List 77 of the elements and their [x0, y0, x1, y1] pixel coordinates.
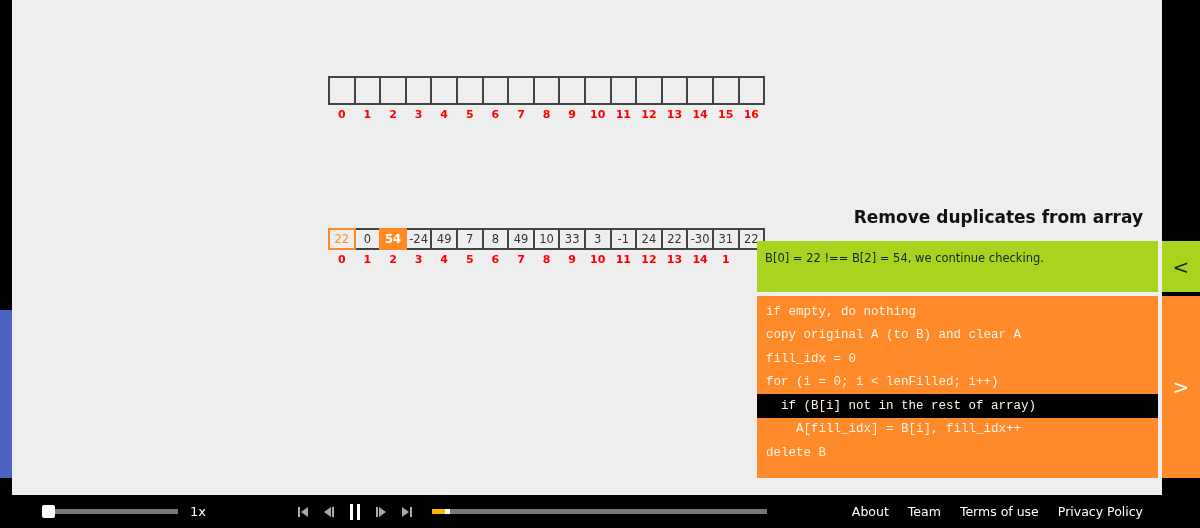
- array-cell: [635, 76, 663, 105]
- array-cell: [686, 76, 714, 105]
- index-label: 2: [388, 253, 398, 266]
- array-cell: 3: [583, 228, 612, 250]
- array-cell: 54: [379, 228, 407, 250]
- array-cell: [430, 76, 458, 105]
- index-label: 0: [336, 253, 347, 266]
- code-line: A[fill_idx] = B[i], fill_idx++: [795, 421, 1023, 439]
- index-label: 11: [614, 108, 632, 121]
- index-label: 0: [336, 108, 347, 121]
- index-label: 3: [413, 108, 424, 121]
- index-label: 10: [589, 108, 607, 121]
- array-cell: [558, 76, 586, 105]
- code-line: delete B: [765, 444, 827, 462]
- index-label: 9: [567, 108, 577, 121]
- index-label: 1: [362, 108, 373, 121]
- footer-link[interactable]: Privacy Policy: [1057, 504, 1143, 519]
- index-label: 12: [640, 108, 658, 121]
- footer-link[interactable]: Terms of use: [959, 504, 1039, 519]
- array-cell: 22: [328, 228, 356, 250]
- array-cell: [328, 76, 356, 105]
- side-panel-handle[interactable]: [0, 310, 12, 478]
- code-line: fill_idx = 0: [765, 350, 857, 368]
- index-label: 5: [464, 108, 475, 121]
- array-cell: [583, 76, 612, 105]
- array-cell: 31: [711, 228, 740, 250]
- step-back-icon: [323, 504, 335, 519]
- array-cell: [737, 76, 766, 105]
- array-cell: [711, 76, 740, 105]
- index-label: 2: [388, 108, 398, 121]
- progress-handle[interactable]: [445, 509, 451, 514]
- status-message: B[0] = 22 !== B[2] = 54, we continue checking.: [757, 241, 1158, 292]
- index-label: 4: [439, 253, 449, 266]
- page-title: Remove duplicates from array: [853, 207, 1143, 227]
- index-label: 1: [720, 253, 731, 266]
- index-label: 16: [742, 108, 760, 121]
- array-cell: [507, 76, 535, 105]
- index-label: 13: [665, 108, 684, 121]
- footer-link[interactable]: About: [851, 504, 889, 519]
- array-cell: [379, 76, 407, 105]
- progress-bar[interactable]: [432, 509, 767, 514]
- index-label: 5: [464, 253, 475, 266]
- step-forward-icon: [375, 504, 387, 519]
- previous-button[interactable]: <: [1162, 241, 1200, 292]
- footer-link[interactable]: Team: [907, 504, 941, 519]
- array-cell: 7: [455, 228, 484, 250]
- pause-icon: [349, 503, 361, 520]
- index-label: 12: [640, 253, 658, 266]
- index-label: 15: [717, 108, 735, 121]
- skip-forward-icon: [401, 504, 413, 519]
- array-cell: 24: [635, 228, 663, 250]
- array-cell: [455, 76, 484, 105]
- index-label: 6: [490, 253, 501, 266]
- index-label: 3: [413, 253, 424, 266]
- array-cell: 33: [558, 228, 586, 250]
- index-label: 4: [439, 108, 449, 121]
- index-label: 8: [541, 253, 552, 266]
- index-label: 14: [691, 108, 709, 121]
- index-label: 11: [614, 253, 632, 266]
- index-label: 7: [516, 253, 526, 266]
- array-cell: 49: [507, 228, 535, 250]
- index-label: 7: [516, 108, 526, 121]
- index-label: 14: [691, 253, 709, 266]
- speed-label: 1x: [190, 504, 207, 519]
- index-label: 10: [589, 253, 607, 266]
- code-line: if empty, do nothing: [765, 303, 918, 321]
- index-label: 6: [490, 108, 501, 121]
- array-cell: -30: [686, 228, 714, 250]
- code-line: copy original A (to B) and clear A: [765, 327, 1023, 345]
- index-label: 8: [541, 108, 552, 121]
- code-line: for (i = 0; i < lenFilled; i++): [765, 374, 1000, 392]
- index-label: 1: [362, 253, 373, 266]
- skip-back-icon: [297, 504, 309, 519]
- index-label: 13: [665, 253, 684, 266]
- array-cell: 49: [430, 228, 458, 250]
- slider-thumb[interactable]: [42, 505, 55, 518]
- index-label: 9: [567, 253, 577, 266]
